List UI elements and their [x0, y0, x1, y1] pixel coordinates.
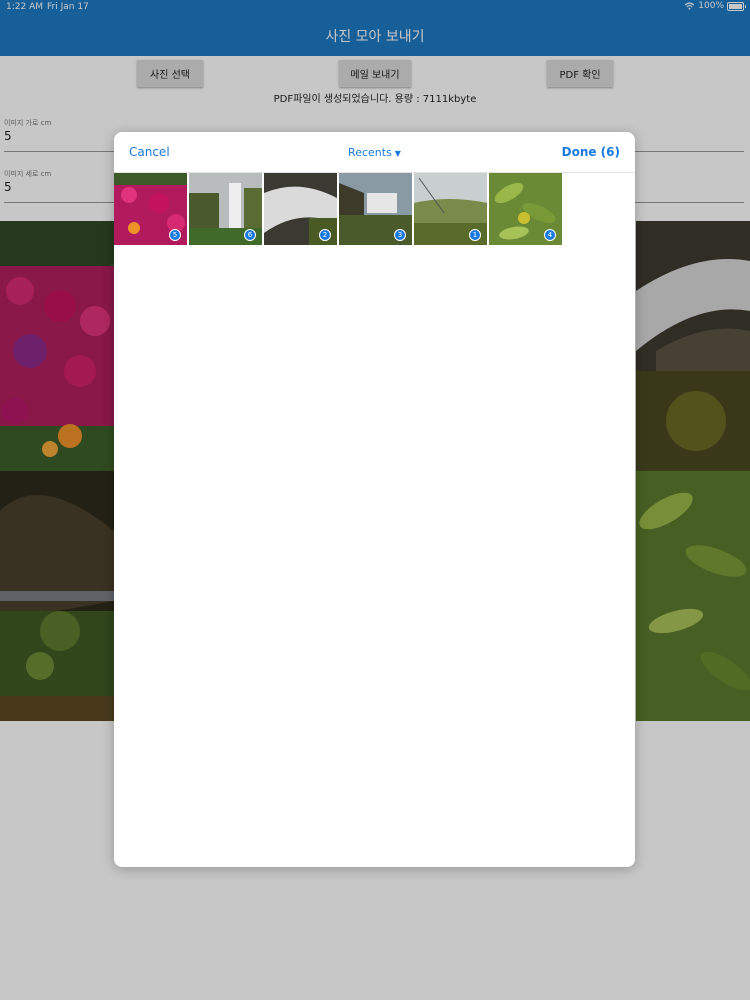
- thumbnail-flowers[interactable]: 5: [114, 173, 187, 245]
- done-button[interactable]: Done (6): [562, 145, 620, 159]
- album-title: Recents: [348, 146, 392, 159]
- thumbnail-waterfall[interactable]: 6: [189, 173, 262, 245]
- thumbnail-leaves[interactable]: 4: [489, 173, 562, 245]
- selection-order-badge: 5: [169, 229, 181, 241]
- thumbnail-wide-waterfall[interactable]: 3: [339, 173, 412, 245]
- chevron-down-icon: ▼: [394, 149, 401, 158]
- thumbnail-stream[interactable]: 2: [264, 173, 337, 245]
- album-selector[interactable]: Recents ▼: [114, 146, 635, 159]
- selection-order-badge: 3: [394, 229, 406, 241]
- selection-order-badge: 1: [469, 229, 481, 241]
- thumbnail-grass[interactable]: 1: [414, 173, 487, 245]
- selection-order-badge: 4: [544, 229, 556, 241]
- selection-order-badge: 2: [319, 229, 331, 241]
- picker-header: Cancel Recents ▼ Done (6): [114, 132, 635, 173]
- photo-picker-modal: Cancel Recents ▼ Done (6) 5 6 2 3 1 4: [114, 132, 635, 867]
- selection-order-badge: 6: [244, 229, 256, 241]
